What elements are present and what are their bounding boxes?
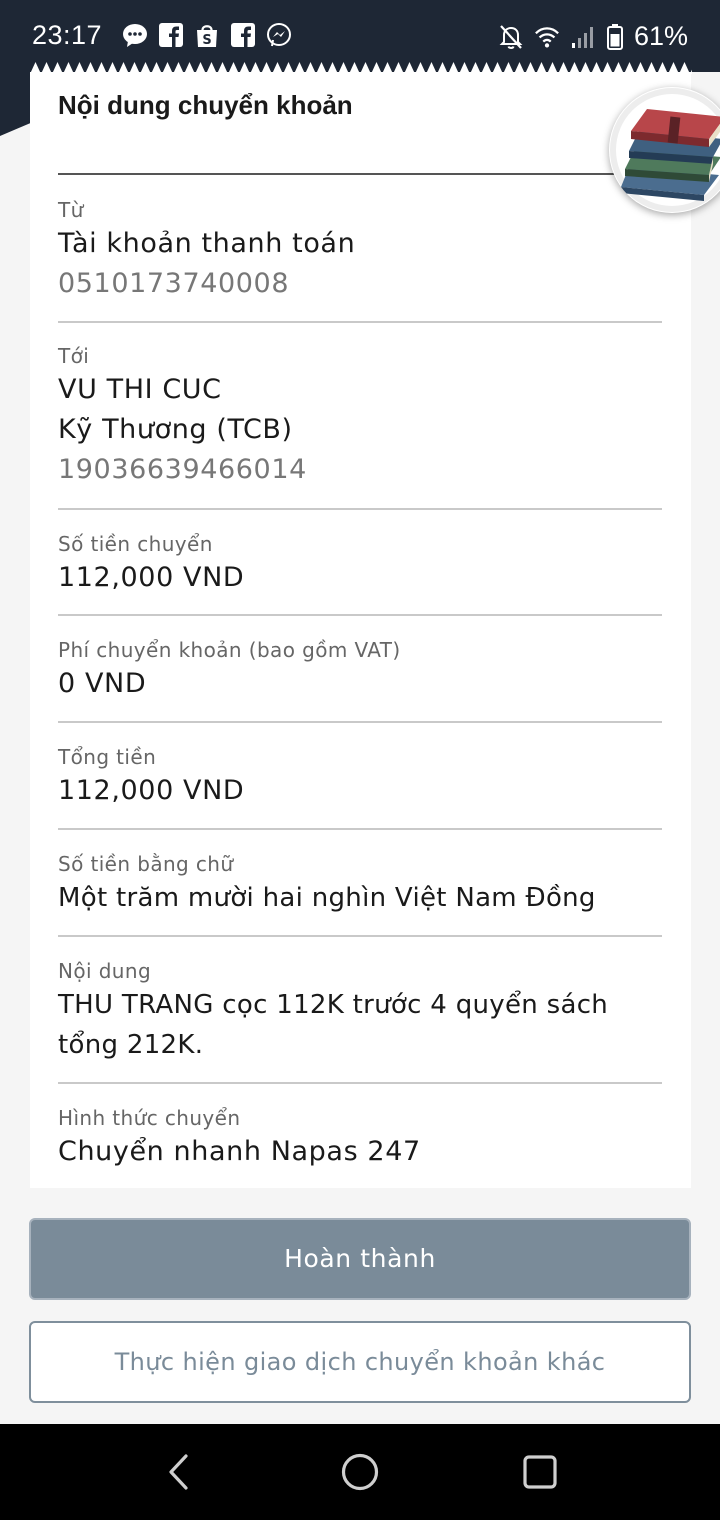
system-status: 61% bbox=[498, 21, 688, 52]
recipient-account-number: 19036639466014 bbox=[58, 454, 307, 485]
divider bbox=[58, 828, 662, 830]
shopee-icon: S bbox=[197, 25, 217, 48]
from-label: Từ bbox=[58, 198, 84, 222]
divider bbox=[58, 508, 662, 510]
content-label: Nội dung bbox=[58, 959, 152, 983]
total-section: Tổng tiền 112,000 VND bbox=[58, 743, 662, 811]
svg-text:S: S bbox=[202, 33, 211, 48]
mute-bell-icon bbox=[499, 24, 523, 49]
amount-words-value: Một trăm mười hai nghìn Việt Nam Đồng bbox=[58, 883, 596, 913]
title-divider bbox=[58, 173, 662, 175]
amount-words-label: Số tiền bằng chữ bbox=[58, 852, 234, 876]
total-value: 112,000 VND bbox=[58, 775, 245, 806]
done-button[interactable]: Hoàn thành bbox=[29, 1218, 691, 1300]
signal-icon bbox=[571, 26, 593, 48]
back-icon[interactable] bbox=[158, 1450, 202, 1494]
total-label: Tổng tiền bbox=[58, 745, 157, 769]
amount-value: 112,000 VND bbox=[58, 562, 245, 593]
amount-section: Số tiền chuyển 112,000 VND bbox=[58, 530, 662, 598]
home-icon[interactable] bbox=[338, 1450, 382, 1494]
content-line-1: THU TRANG cọc 112K trước 4 quyển sách bbox=[58, 990, 609, 1020]
fee-value: 0 VND bbox=[58, 668, 147, 699]
amount-words-section: Số tiền bằng chữ Một trăm mười hai nghìn… bbox=[58, 850, 662, 918]
to-section: Tới VU THI CUC Kỹ Thương (TCB) 190366394… bbox=[58, 342, 662, 490]
divider bbox=[58, 321, 662, 323]
notification-icons: S bbox=[122, 22, 292, 48]
method-label: Hình thức chuyển bbox=[58, 1106, 241, 1130]
from-account-name: Tài khoản thanh toán bbox=[58, 228, 356, 259]
method-value: Chuyển nhanh Napas 247 bbox=[58, 1136, 421, 1167]
content-line-2: tổng 212K. bbox=[58, 1030, 204, 1060]
fee-label: Phí chuyển khoản (bao gồm VAT) bbox=[58, 638, 401, 662]
facebook-icon bbox=[159, 23, 183, 47]
recipient-name: VU THI CUC bbox=[58, 374, 222, 405]
recents-icon[interactable] bbox=[518, 1450, 562, 1494]
messenger-chat-icon bbox=[123, 24, 147, 47]
recipient-bank: Kỹ Thương (TCB) bbox=[58, 414, 293, 445]
method-section: Hình thức chuyển Chuyển nhanh Napas 247 bbox=[58, 1104, 662, 1172]
content-section: Nội dung THU TRANG cọc 112K trước 4 quyể… bbox=[58, 957, 662, 1065]
to-label: Tới bbox=[58, 344, 90, 368]
battery-percent: 61% bbox=[633, 21, 688, 51]
receipt-torn-edge bbox=[30, 62, 692, 74]
wifi-icon bbox=[535, 26, 559, 47]
messenger-icon bbox=[267, 23, 291, 47]
divider bbox=[58, 1082, 662, 1084]
navigation-bar bbox=[0, 1424, 720, 1520]
battery-icon bbox=[606, 23, 623, 50]
divider bbox=[58, 614, 662, 616]
receipt-title: Nội dung chuyển khoản bbox=[58, 90, 353, 120]
new-transfer-button[interactable]: Thực hiện giao dịch chuyển khoản khác bbox=[29, 1321, 691, 1403]
divider bbox=[58, 721, 662, 723]
fee-section: Phí chuyển khoản (bao gồm VAT) 0 VND bbox=[58, 636, 662, 704]
facebook-icon bbox=[231, 23, 255, 47]
amount-label: Số tiền chuyển bbox=[58, 532, 213, 556]
from-account-number: 0510173740008 bbox=[58, 268, 290, 299]
status-time: 23:17 bbox=[32, 20, 103, 50]
header-decoration bbox=[0, 72, 30, 136]
divider bbox=[58, 935, 662, 937]
from-section: Từ Tài khoản thanh toán 0510173740008 bbox=[58, 196, 662, 304]
